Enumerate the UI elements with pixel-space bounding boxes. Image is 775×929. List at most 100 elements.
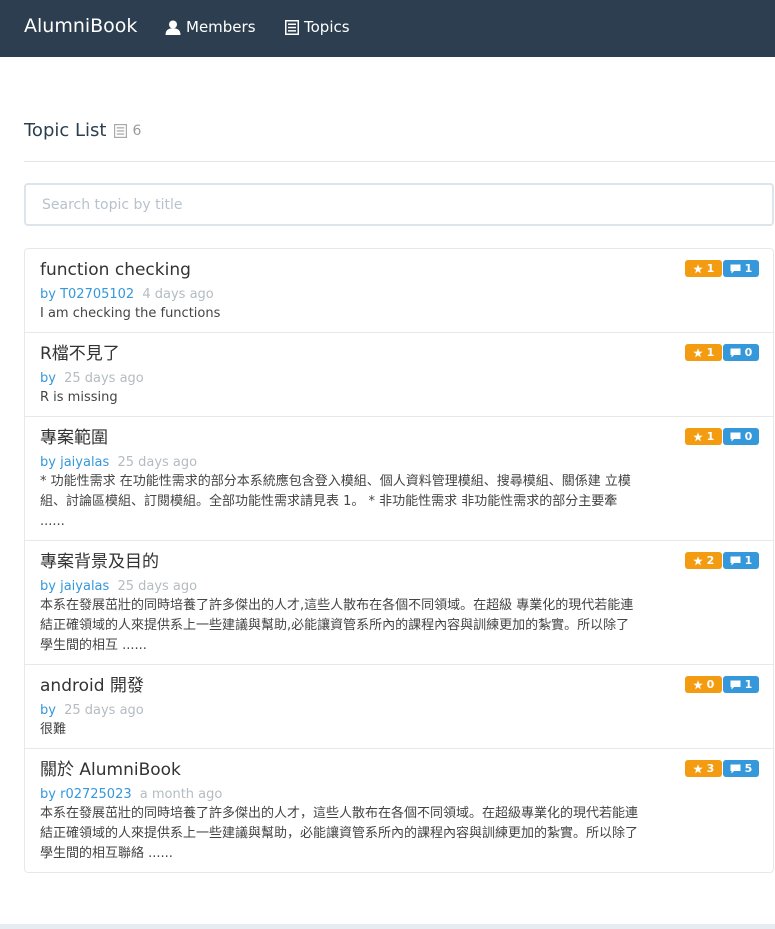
topic-by-label: by xyxy=(40,287,56,302)
topic-time: 25 days ago xyxy=(117,455,198,470)
navbar: AlumniBook Members Topics xyxy=(0,0,775,57)
comment-count: 0 xyxy=(744,430,753,443)
topic-author-link[interactable]: by xyxy=(40,703,60,718)
topic-by-label: by xyxy=(40,371,56,386)
search-input[interactable] xyxy=(24,183,774,226)
star-badge: 3 xyxy=(685,760,722,777)
comment-count: 5 xyxy=(744,762,753,775)
topic-title[interactable]: function checking xyxy=(40,258,757,282)
topic-author-link[interactable]: by r02725023 xyxy=(40,787,136,802)
topic-badges: 3 5 xyxy=(684,760,759,777)
star-icon xyxy=(692,347,703,357)
topic-by-label: by xyxy=(40,703,56,718)
topic-item[interactable]: 專案範圍 by jaiyalas 25 days ago * 功能性需求 在功能… xyxy=(25,417,773,541)
comment-icon xyxy=(730,556,741,565)
topic-author-link[interactable]: by jaiyalas xyxy=(40,455,113,470)
topic-title[interactable]: R檔不見了 xyxy=(40,342,757,366)
topic-description: R is missing xyxy=(40,390,118,405)
comment-badge: 1 xyxy=(723,676,759,693)
topic-author: r02725023 xyxy=(60,787,132,802)
topic-item[interactable]: R檔不見了 by 25 days ago R is missing 1 0 xyxy=(25,333,773,417)
star-count: 1 xyxy=(706,262,715,275)
topic-author-link[interactable]: by jaiyalas xyxy=(40,579,113,594)
topic-by-label: by xyxy=(40,579,56,594)
topic-badges: 1 0 xyxy=(684,428,759,445)
topic-item[interactable]: 專案背景及目的 by jaiyalas 25 days ago 本系在發展茁壯的… xyxy=(25,541,773,665)
topic-time: 25 days ago xyxy=(64,703,144,718)
comment-icon xyxy=(730,348,741,357)
page-title: Topic List xyxy=(24,120,107,141)
topic-description: * 功能性需求 在功能性需求的部分本系統應包含登入模組、個人資料管理模組、搜尋模… xyxy=(40,474,631,529)
star-badge: 2 xyxy=(685,552,722,569)
topic-meta: by jaiyalas 25 days ago xyxy=(40,578,757,596)
list-icon xyxy=(285,19,299,35)
star-badge: 1 xyxy=(685,344,722,361)
topic-author-link[interactable]: by T02705102 xyxy=(40,287,138,302)
topic-item[interactable]: 關於 AlumniBook by r02725023 a month ago 本… xyxy=(25,749,773,872)
star-count: 3 xyxy=(706,762,715,775)
topic-time: 4 days ago xyxy=(142,287,214,302)
comment-icon xyxy=(730,764,741,773)
nav-topics-label: Topics xyxy=(304,18,350,36)
topic-author: jaiyalas xyxy=(60,579,110,594)
comment-count: 1 xyxy=(744,678,753,691)
star-badge: 1 xyxy=(685,428,722,445)
topic-badges: 0 1 xyxy=(684,676,759,693)
star-icon xyxy=(692,763,703,773)
nav-members-link[interactable]: Members xyxy=(165,17,256,37)
topic-badges: 1 0 xyxy=(684,344,759,361)
topic-count-value: 6 xyxy=(132,123,142,139)
comment-count: 1 xyxy=(744,554,753,567)
topic-description: 本系在發展茁壯的同時培養了許多傑出的人才，這些人散布在各個不同領域。在超級專業化… xyxy=(40,806,639,861)
comment-badge: 0 xyxy=(723,344,759,361)
star-icon xyxy=(692,263,703,273)
comment-icon xyxy=(730,432,741,441)
topic-author-link[interactable]: by xyxy=(40,371,60,386)
nav-members-label: Members xyxy=(186,18,256,36)
comment-icon xyxy=(730,680,741,689)
star-icon xyxy=(692,555,703,565)
footer-divider xyxy=(0,924,775,929)
topic-meta: by r02725023 a month ago xyxy=(40,786,757,804)
star-count: 2 xyxy=(706,554,715,567)
topic-meta: by jaiyalas 25 days ago xyxy=(40,454,757,472)
topic-count: 6 xyxy=(114,123,141,139)
topic-badges: 2 1 xyxy=(684,552,759,569)
star-icon xyxy=(692,679,703,689)
star-badge: 0 xyxy=(685,676,722,693)
topic-title[interactable]: 關於 AlumniBook xyxy=(40,758,757,782)
topic-badges: 1 1 xyxy=(684,260,759,277)
topic-list: function checking by T02705102 4 days ag… xyxy=(24,248,774,873)
topic-title[interactable]: 專案範圍 xyxy=(40,426,757,450)
topic-meta: by 25 days ago xyxy=(40,370,757,388)
topic-item[interactable]: android 開發 by 25 days ago 很難 0 1 xyxy=(25,665,773,749)
user-icon xyxy=(165,20,181,35)
topic-by-label: by xyxy=(40,455,56,470)
topic-description: 本系在發展茁壯的同時培養了許多傑出的人才,這些人散布在各個不同領域。在超級 專業… xyxy=(40,598,634,653)
star-count: 1 xyxy=(706,430,715,443)
topic-meta: by 25 days ago xyxy=(40,702,757,720)
comment-badge: 1 xyxy=(723,260,759,277)
comment-count: 1 xyxy=(744,262,753,275)
star-badge: 1 xyxy=(685,260,722,277)
topic-item[interactable]: function checking by T02705102 4 days ag… xyxy=(25,249,773,333)
list-icon xyxy=(114,124,128,138)
brand-link[interactable]: AlumniBook xyxy=(24,14,137,38)
topic-description: I am checking the functions xyxy=(40,306,221,321)
topic-author: T02705102 xyxy=(60,287,135,302)
star-icon xyxy=(692,431,703,441)
topic-by-label: by xyxy=(40,787,56,802)
comment-badge: 1 xyxy=(723,552,759,569)
comment-count: 0 xyxy=(744,346,753,359)
topic-title[interactable]: android 開發 xyxy=(40,674,757,698)
nav-topics-link[interactable]: Topics xyxy=(285,17,350,37)
topic-description: 很難 xyxy=(40,722,67,737)
comment-badge: 0 xyxy=(723,428,759,445)
page-header: Topic List 6 xyxy=(24,119,141,143)
topic-time: 25 days ago xyxy=(117,579,198,594)
topic-title[interactable]: 專案背景及目的 xyxy=(40,550,757,574)
comment-icon xyxy=(730,264,741,273)
topic-time: a month ago xyxy=(139,787,223,802)
topic-meta: by T02705102 4 days ago xyxy=(40,286,757,304)
divider xyxy=(24,161,775,162)
